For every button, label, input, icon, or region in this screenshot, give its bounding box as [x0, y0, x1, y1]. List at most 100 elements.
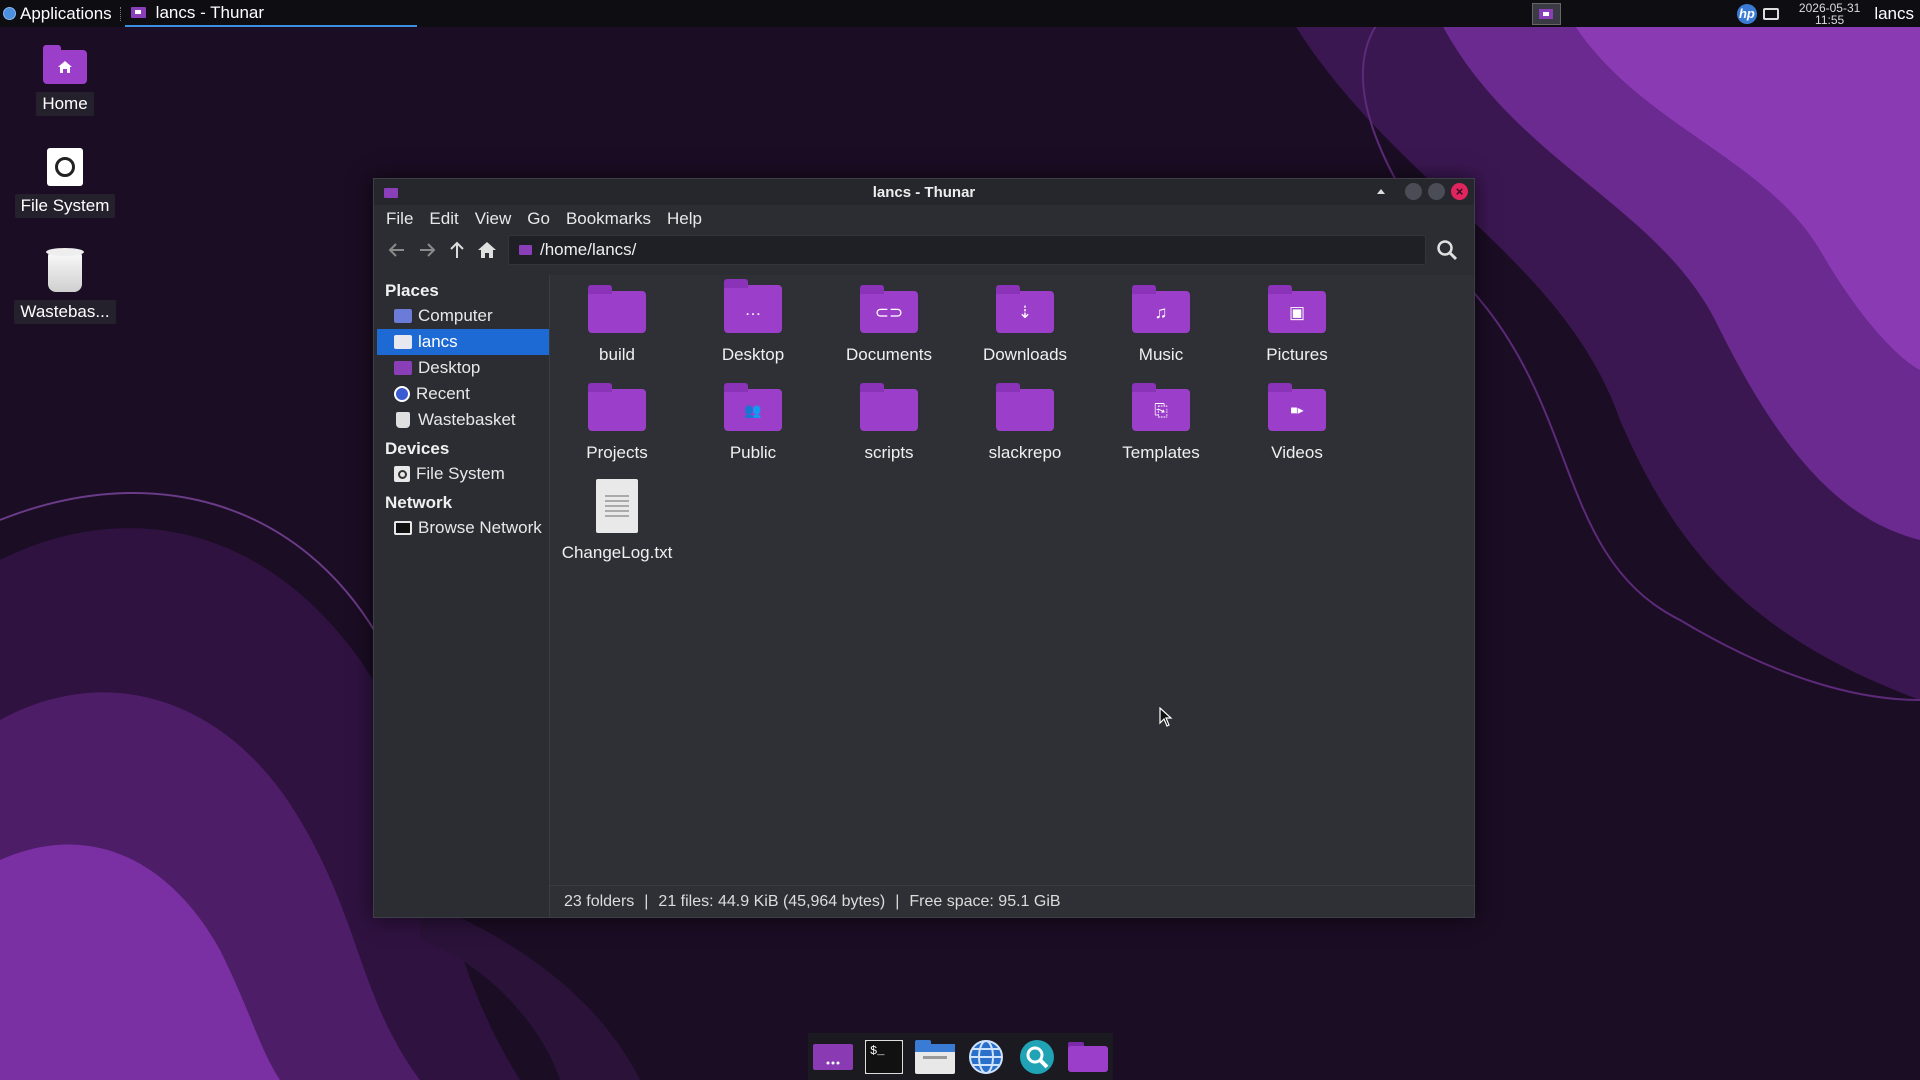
drive-icon: [394, 466, 410, 482]
desktop-folder-icon: …: [724, 279, 782, 333]
clock[interactable]: 2026-05-31 11:55: [1799, 2, 1860, 26]
location-path: /home/lancs/: [540, 240, 637, 259]
file-manager-icon: [915, 1039, 956, 1074]
window-titlebar[interactable]: lancs - Thunar ×: [374, 179, 1474, 205]
search-icon: [1019, 1039, 1054, 1074]
arrow-right-icon: [420, 243, 436, 257]
file-item-label: Projects: [586, 443, 648, 462]
dock-file-manager[interactable]: [915, 1039, 956, 1075]
forward-button[interactable]: [412, 235, 442, 265]
status-folders: 23 folders: [564, 892, 635, 910]
file-item-label: build: [599, 345, 635, 364]
menu-view[interactable]: View: [475, 209, 512, 229]
svg-text:$_: $_: [870, 1044, 885, 1058]
file-item-label: Documents: [846, 345, 932, 364]
sidebar-item-label: lancs: [418, 332, 458, 351]
sidebar-item-file-system[interactable]: File System: [374, 461, 549, 487]
sidebar-item-computer[interactable]: Computer: [374, 303, 549, 329]
user-menu[interactable]: lancs: [1874, 4, 1914, 24]
file-item-build[interactable]: build: [552, 283, 682, 365]
file-item-label: ChangeLog.txt: [561, 543, 673, 562]
recent-icon: [394, 386, 410, 402]
minimize-button[interactable]: [1405, 183, 1422, 200]
sidebar-item-label: File System: [416, 464, 505, 483]
display-icon[interactable]: [1762, 7, 1779, 20]
dock-home-folder[interactable]: [1067, 1039, 1108, 1075]
sidebar-item-recent[interactable]: Recent: [374, 381, 549, 407]
file-item-videos[interactable]: ■▸ Videos: [1232, 381, 1362, 463]
back-button[interactable]: [382, 235, 412, 265]
sidebar-item-label: Wastebasket: [418, 410, 516, 429]
file-item-label: Videos: [1271, 443, 1323, 462]
file-item-documents[interactable]: ⊂⊃ Documents: [824, 283, 954, 365]
desktop-icon-file-system[interactable]: File System: [10, 148, 120, 218]
applications-menu[interactable]: Applications: [0, 0, 118, 27]
network-icon: [394, 521, 412, 535]
home-folder-icon: [43, 45, 87, 84]
desktop-icon-label: Home: [36, 92, 94, 116]
panel-separator: [119, 6, 123, 21]
clock-time: 11:55: [1815, 12, 1845, 27]
file-item-downloads[interactable]: ⇣ Downloads: [960, 283, 1090, 365]
sidebar-item-desktop[interactable]: Desktop: [374, 355, 549, 381]
home-button[interactable]: [472, 235, 502, 265]
file-item-label: Templates: [1122, 443, 1200, 462]
status-separator: |: [644, 892, 649, 910]
globe-icon: [968, 1039, 1003, 1074]
menu-edit[interactable]: Edit: [429, 209, 458, 229]
folder-icon: [588, 285, 646, 333]
mouse-cursor-icon: [1159, 707, 1173, 727]
close-button[interactable]: ×: [1451, 183, 1468, 200]
desktop-icon-wastebasket[interactable]: Wastebas...: [10, 248, 120, 324]
file-item-music[interactable]: ♫ Music: [1096, 283, 1226, 365]
dock-terminal[interactable]: $_: [864, 1039, 904, 1075]
search-icon: [1437, 240, 1458, 261]
dock-show-desktop[interactable]: [813, 1039, 854, 1075]
trash-icon: [46, 248, 84, 292]
workspace-switcher[interactable]: [1531, 2, 1561, 25]
music-folder-icon: ♫: [1132, 285, 1190, 333]
window-title: lancs - Thunar: [872, 183, 976, 201]
sidebar-item-browse-network[interactable]: Browse Network: [374, 515, 549, 541]
shade-icon[interactable]: [1377, 189, 1385, 194]
sidebar-item-wastebasket[interactable]: Wastebasket: [374, 407, 549, 433]
dock-search[interactable]: [1017, 1039, 1057, 1075]
templates-folder-icon: ⎘: [1132, 383, 1190, 431]
location-bar[interactable]: /home/lancs/: [508, 235, 1426, 265]
pictures-folder-icon: ▣: [1268, 285, 1326, 333]
home-folder-icon: [130, 7, 146, 18]
text-file-icon: [596, 479, 638, 533]
menu-go[interactable]: Go: [527, 209, 550, 229]
sidebar-item-label: Computer: [418, 306, 493, 325]
maximize-button[interactable]: [1428, 183, 1445, 200]
file-item-projects[interactable]: Projects: [552, 381, 682, 463]
show-desktop-icon: [813, 1043, 854, 1070]
file-item-changelog[interactable]: ChangeLog.txt: [552, 479, 682, 563]
menu-help[interactable]: Help: [667, 209, 702, 229]
computer-icon: [394, 309, 412, 323]
file-item-label: Desktop: [721, 345, 785, 364]
dock-web-browser[interactable]: [966, 1039, 1006, 1075]
sidebar-item-lancs[interactable]: lancs: [377, 329, 549, 355]
menu-bookmarks[interactable]: Bookmarks: [566, 209, 651, 229]
window-app-icon[interactable]: [384, 188, 398, 198]
home-icon: [478, 242, 496, 258]
taskbar-button-thunar[interactable]: lancs - Thunar: [124, 0, 417, 27]
hp-printer-icon[interactable]: hp: [1736, 3, 1757, 24]
sidebar-item-label: Browse Network: [418, 518, 542, 537]
taskbar-button-label: lancs - Thunar: [155, 2, 265, 22]
window-body: Places Computer lancs Desktop Recent Was…: [374, 275, 1474, 917]
folder-icon: [860, 383, 918, 431]
desktop-icon-home[interactable]: Home: [10, 45, 120, 116]
file-item-slackrepo[interactable]: slackrepo: [960, 381, 1090, 463]
up-button[interactable]: [442, 235, 472, 265]
file-item-scripts[interactable]: scripts: [824, 381, 954, 463]
menu-file[interactable]: File: [386, 209, 413, 229]
file-item-pictures[interactable]: ▣ Pictures: [1232, 283, 1362, 365]
file-item-public[interactable]: 👥 Public: [688, 381, 818, 463]
file-view[interactable]: build … Desktop ⊂⊃ Documents ⇣ Downloads…: [550, 275, 1474, 917]
search-button[interactable]: [1432, 235, 1462, 265]
applications-icon: [3, 7, 16, 20]
file-item-templates[interactable]: ⎘ Templates: [1096, 381, 1226, 463]
file-item-desktop[interactable]: … Desktop: [688, 279, 818, 365]
